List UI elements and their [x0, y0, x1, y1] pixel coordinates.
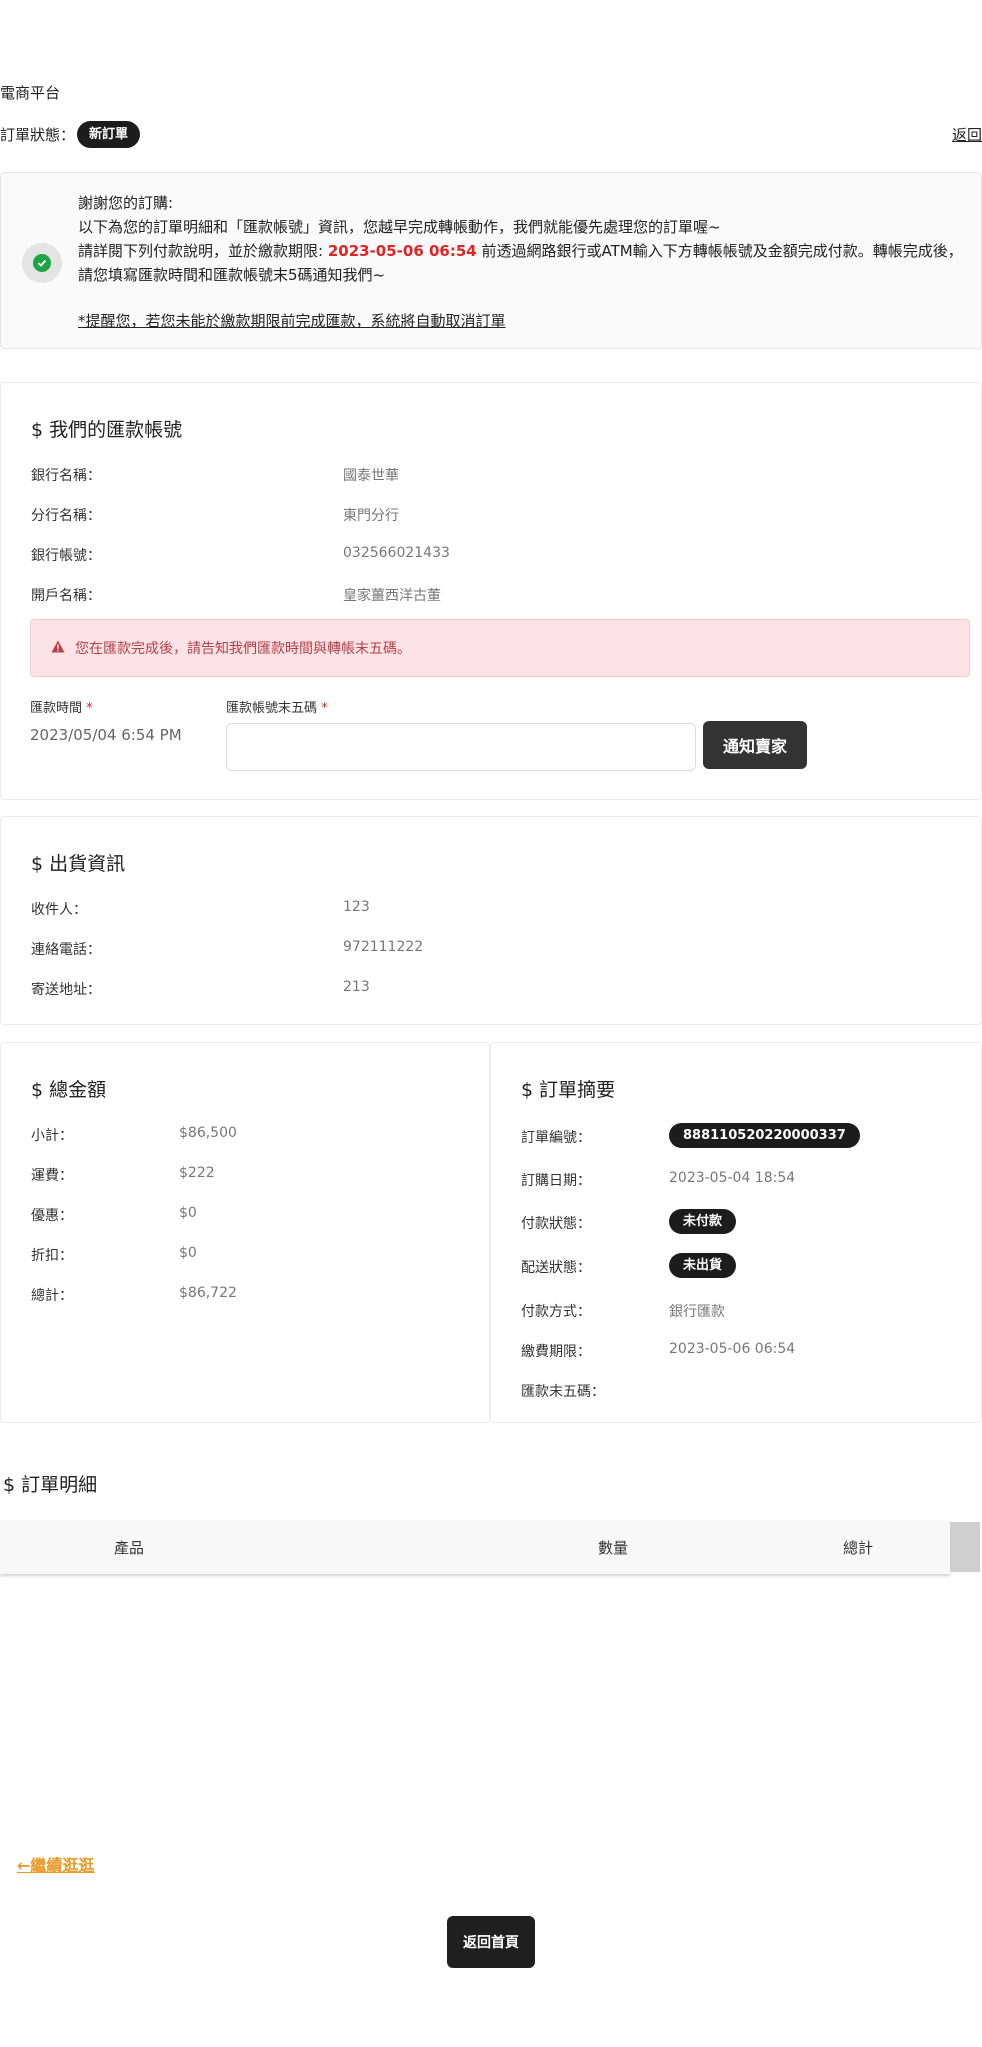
delivery-status-label: 配送狀態：: [521, 1260, 591, 1276]
recipient-value: 123: [343, 899, 370, 915]
subtotal-label: 小計：: [31, 1128, 73, 1144]
grand-total-value: $86,722: [179, 1285, 237, 1301]
grand-total-label: 總計：: [31, 1288, 73, 1304]
account-number-label: 銀行帳號：: [31, 548, 101, 564]
notice-line-thanks: 謝謝您的訂購:: [78, 194, 174, 212]
remit-time-label: 匯款時間 *: [30, 701, 93, 716]
brand-name: 電商平台: [0, 84, 61, 102]
discount-value: $0: [179, 1245, 197, 1261]
payment-deadline: 2023-05-06 06:54: [327, 242, 477, 260]
discount-label: 折扣：: [31, 1248, 73, 1264]
continue-shopping-link[interactable]: ←繼續逛逛: [17, 1852, 94, 1876]
cancel-warning: *提醒您，若您未能於繳款期限前完成匯款，系統將自動取消訂單: [78, 312, 506, 330]
shipping-fee-label: 運費：: [31, 1168, 73, 1184]
column-header-quantity: 數量: [598, 1538, 629, 1557]
back-to-home-button[interactable]: 返回首頁: [447, 1916, 535, 1968]
shipping-fee-value: $222: [179, 1165, 215, 1181]
order-summary-card: $ 訂單摘要 訂單編號： 888110520220000337 訂購日期： 20…: [490, 1042, 982, 1423]
account-holder-value: 皇家薑西洋古董: [343, 588, 441, 604]
summary-title: $ 訂單摘要: [521, 1079, 616, 1101]
address-value: 213: [343, 979, 370, 995]
column-header-total: 總計: [843, 1538, 874, 1557]
notice-text: 謝謝您的訂購: 以下為您的訂單明細和「匯款帳號」資訊，您越早完成轉帳動作，我們就…: [78, 191, 968, 333]
order-status-label: 訂單狀態：: [0, 125, 76, 144]
shipping-card: $ 出貨資訊 收件人： 123 連絡電話： 972111222 寄送地址： 21…: [0, 816, 982, 1025]
order-number-badge: 888110520220000337: [669, 1123, 860, 1148]
remit-time-value[interactable]: 2023/05/04 6:54 PM: [30, 726, 182, 744]
remittance-card: $ 我們的匯款帳號 銀行名稱： 國泰世華 分行名稱： 東門分行 銀行帳號： 03…: [0, 382, 982, 800]
order-details-table-header: 產品 數量 總計: [0, 1520, 950, 1574]
column-header-product: 產品: [114, 1538, 145, 1557]
back-link[interactable]: 返回: [952, 124, 982, 145]
payment-status-label: 付款狀態：: [521, 1216, 591, 1232]
order-status-row: 訂單狀態： 新訂單 返回: [0, 120, 982, 148]
account-number-value: 032566021433: [343, 545, 450, 561]
remittance-title: $ 我們的匯款帳號: [31, 419, 183, 441]
notify-seller-button[interactable]: 通知賣家: [703, 721, 807, 769]
remittance-alert-text: 您在匯款完成後，請告知我們匯款時間與轉帳末五碼。: [75, 641, 411, 657]
order-details-title: $ 訂單明細: [3, 1474, 98, 1496]
subtotal-value: $86,500: [179, 1125, 237, 1141]
warning-icon: [51, 640, 65, 657]
payment-deadline-label: 繳費期限：: [521, 1344, 591, 1360]
order-notice: 謝謝您的訂購: 以下為您的訂單明細和「匯款帳號」資訊，您越早完成轉帳動作，我們就…: [0, 172, 982, 349]
order-number-label: 訂單編號：: [521, 1130, 591, 1146]
branch-name-value: 東門分行: [343, 508, 399, 524]
arrow-left-icon: ←: [17, 1856, 31, 1875]
account-tail-label: 匯款帳號末五碼 *: [226, 701, 328, 716]
order-status-badge: 新訂單: [77, 120, 141, 148]
remit-tail-label: 匯款末五碼：: [521, 1384, 605, 1400]
phone-value: 972111222: [343, 939, 424, 955]
check-circle-icon: [22, 243, 62, 283]
table-scrollbar[interactable]: [950, 1522, 980, 1572]
payment-status-badge: 未付款: [669, 1209, 737, 1234]
remittance-alert: 您在匯款完成後，請告知我們匯款時間與轉帳末五碼。: [30, 619, 970, 677]
total-amount-card: $ 總金額 小計： $86,500 運費： $222 優惠： $0 折扣： $0…: [0, 1042, 490, 1423]
phone-label: 連絡電話：: [31, 942, 101, 958]
order-date-value: 2023-05-04 18:54: [669, 1170, 796, 1186]
payment-method-value: 銀行匯款: [669, 1304, 725, 1320]
coupon-label: 優惠：: [31, 1208, 73, 1224]
coupon-value: $0: [179, 1205, 197, 1221]
payment-deadline-value: 2023-05-06 06:54: [669, 1341, 796, 1357]
address-label: 寄送地址：: [31, 982, 101, 998]
bank-name-label: 銀行名稱：: [31, 468, 101, 484]
total-title: $ 總金額: [31, 1079, 107, 1101]
bank-name-value: 國泰世華: [343, 468, 399, 484]
shipping-title: $ 出貨資訊: [31, 853, 126, 875]
delivery-status-badge: 未出貨: [669, 1253, 737, 1278]
payment-method-label: 付款方式：: [521, 1304, 591, 1320]
notice-line-instructions: 請詳閱下列付款說明，並於繳款期限: 2023-05-06 06:54 前透過網路…: [78, 242, 963, 284]
recipient-label: 收件人：: [31, 902, 87, 918]
branch-name-label: 分行名稱：: [31, 508, 101, 524]
notice-line-info: 以下為您的訂單明細和「匯款帳號」資訊，您越早完成轉帳動作，我們就能優先處理您的訂…: [78, 218, 721, 236]
order-date-label: 訂購日期：: [521, 1173, 591, 1189]
account-tail-input[interactable]: [226, 723, 696, 771]
account-holder-label: 開戶名稱：: [31, 588, 101, 604]
